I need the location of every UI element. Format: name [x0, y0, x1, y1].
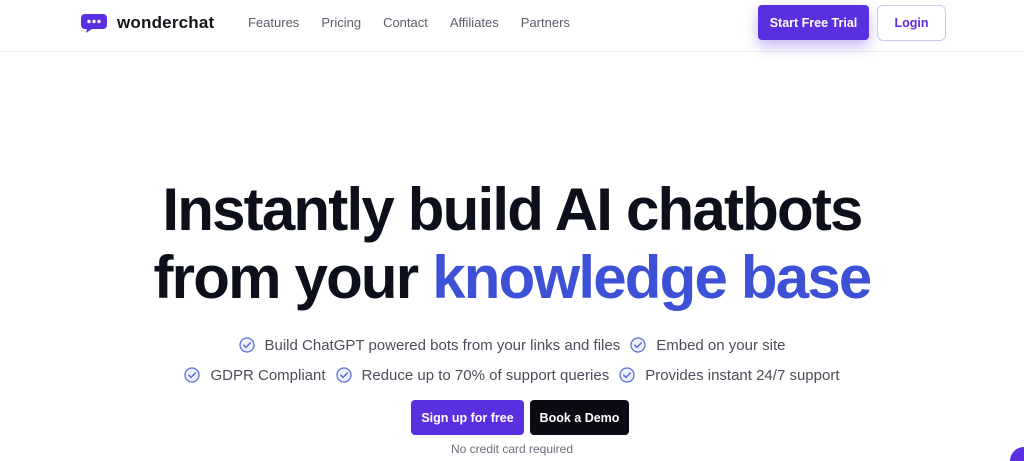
check-circle-icon — [335, 367, 352, 383]
feature-label: Build ChatGPT powered bots from your lin… — [264, 336, 621, 354]
hero-line-1: Instantly build AI chatbots — [162, 176, 863, 243]
feature-label: Reduce up to 70% of support queries — [361, 366, 610, 384]
check-circle-icon — [630, 337, 646, 353]
brand-name: wonderchat — [117, 13, 215, 32]
feature-item: GDPR Compliant — [184, 366, 326, 384]
hero-line-2-accent: knowledge base — [432, 244, 872, 311]
nav-affiliates[interactable]: Affiliates — [450, 14, 499, 32]
feature-item: Provides instant 24/7 support — [619, 366, 840, 384]
brand[interactable]: wonderchat — [81, 10, 214, 36]
check-circle-icon — [619, 367, 635, 383]
login-button[interactable]: Login — [877, 5, 946, 41]
main-nav: Features Pricing Contact Affiliates Part… — [248, 14, 570, 32]
feature-item: Build ChatGPT powered bots from your lin… — [238, 336, 621, 354]
feature-item: Embed on your site — [630, 337, 785, 354]
check-circle-icon — [184, 367, 201, 383]
feature-list: Build ChatGPT powered bots from your lin… — [0, 330, 1024, 390]
book-demo-button[interactable]: Book a Demo — [530, 400, 629, 435]
landing-page: wonderchat Features Pricing Contact Affi… — [0, 0, 1024, 461]
hero-line-2-plain: from your — [153, 244, 433, 311]
chat-bubble-logo-icon — [81, 14, 107, 33]
start-free-trial-button[interactable]: Start Free Trial — [758, 5, 869, 40]
hero-cta-group: Sign up for free Book a Demo — [411, 400, 629, 435]
feature-item: Reduce up to 70% of support queries — [335, 366, 610, 384]
check-circle-icon — [238, 337, 255, 353]
feature-row-2: GDPR Compliant Reduce up to 70% of suppo… — [0, 360, 1024, 390]
nav-contact[interactable]: Contact — [383, 14, 428, 32]
site-header: wonderchat Features Pricing Contact Affi… — [0, 0, 1024, 52]
feature-label: Embed on your site — [656, 336, 786, 354]
feature-label: Provides instant 24/7 support — [645, 366, 840, 384]
feature-row-1: Build ChatGPT powered bots from your lin… — [0, 330, 1024, 360]
nav-partners[interactable]: Partners — [521, 14, 570, 32]
nav-pricing[interactable]: Pricing — [321, 14, 361, 32]
hero-headline: Instantly build AI chatbots from your kn… — [0, 176, 1024, 312]
sign-up-button[interactable]: Sign up for free — [411, 400, 524, 435]
feature-label: GDPR Compliant — [210, 366, 326, 384]
no-credit-card-note: No credit card required — [450, 442, 574, 456]
nav-features[interactable]: Features — [248, 14, 299, 32]
